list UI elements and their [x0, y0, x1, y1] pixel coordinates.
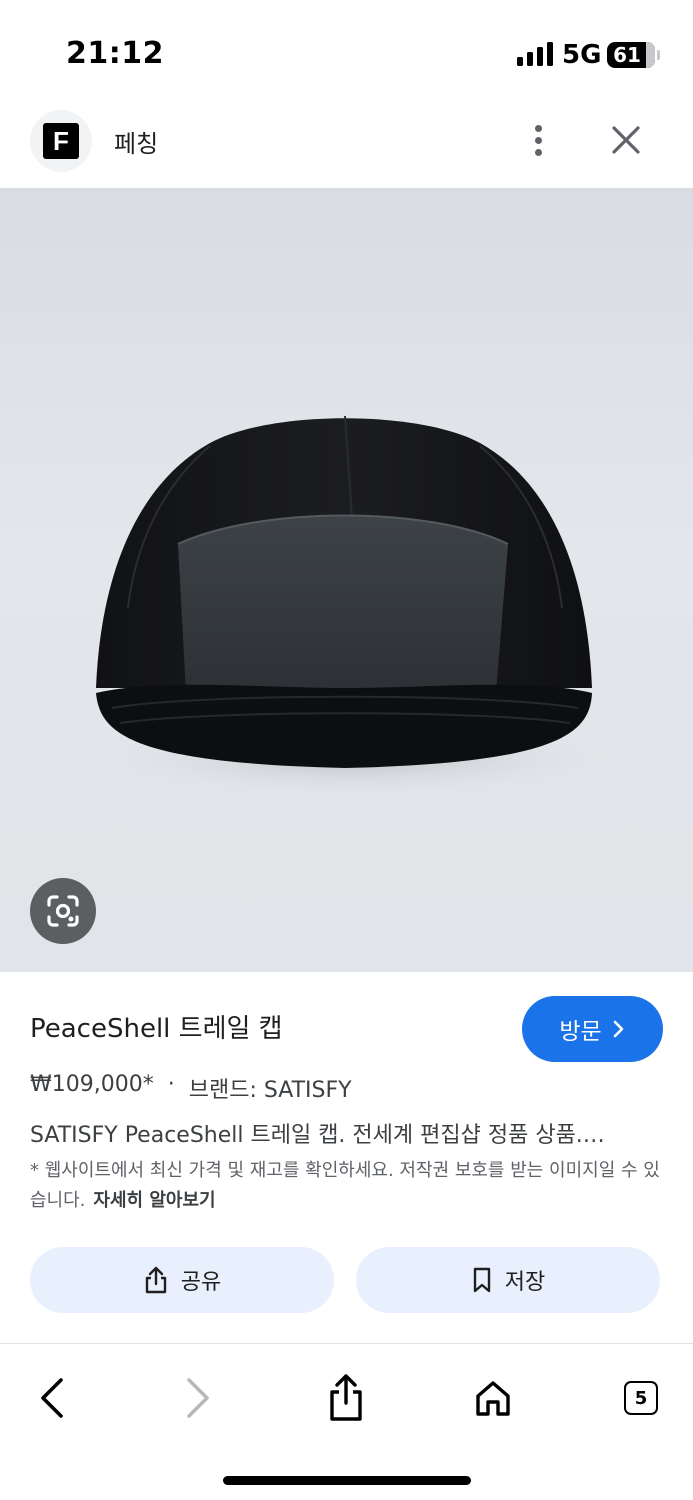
bookmark-icon: [473, 1267, 490, 1293]
product-description: SATISFY PeaceShell 트레일 캡. 전세계 편집샵 정품 상품.…: [30, 1123, 605, 1148]
more-options-button[interactable]: [518, 118, 558, 162]
visit-label: 방문: [559, 1019, 602, 1045]
save-label: 저장: [504, 1270, 546, 1295]
product-image[interactable]: [0, 188, 693, 972]
product-title: PeaceShell 트레일 캡: [30, 1014, 283, 1044]
share-label: 공유: [180, 1270, 222, 1295]
product-price: ₩109,000*: [30, 1072, 154, 1097]
more-dot-icon: [534, 148, 542, 156]
network-label: 5G: [562, 40, 602, 70]
learn-more-link[interactable]: 자세히 알아보기: [93, 1190, 215, 1211]
share-icon: [330, 1374, 362, 1421]
battery-tip: [657, 50, 660, 60]
site-logo-mark: F: [43, 123, 79, 159]
back-button[interactable]: [28, 1372, 76, 1424]
google-lens-button[interactable]: [30, 878, 96, 944]
signal-icon: [517, 42, 553, 66]
more-dot-icon: [534, 124, 542, 132]
meta-separator: ·: [167, 1072, 175, 1097]
back-arrow-icon: [41, 1378, 63, 1418]
site-name[interactable]: 페칭: [114, 124, 158, 159]
battery-level: 61: [613, 43, 641, 67]
forward-button[interactable]: [174, 1372, 222, 1424]
forward-arrow-icon: [187, 1378, 209, 1418]
tabs-count: 5: [624, 1381, 658, 1415]
share-icon: [145, 1266, 166, 1294]
chevron-right-icon: [613, 1020, 623, 1038]
tabs-button[interactable]: 5: [617, 1372, 665, 1424]
home-icon: [476, 1381, 510, 1416]
battery-icon: 61: [607, 42, 655, 68]
product-meta: ₩109,000* · 브랜드: SATISFY: [30, 1072, 352, 1104]
home-button[interactable]: [469, 1372, 517, 1424]
site-header: F 페칭: [0, 100, 693, 188]
lens-icon: [47, 895, 79, 927]
product-brand: 브랜드: SATISFY: [188, 1078, 352, 1103]
status-bar: 21:12 5G 61: [0, 0, 693, 100]
home-indicator[interactable]: [223, 1476, 471, 1485]
share-page-button[interactable]: [322, 1372, 370, 1424]
cap-illustration: [85, 415, 625, 798]
save-button[interactable]: 저장: [356, 1247, 660, 1313]
close-icon: [612, 126, 640, 154]
share-button[interactable]: 공유: [30, 1247, 334, 1313]
visit-button[interactable]: 방문: [522, 996, 663, 1062]
close-button[interactable]: [604, 118, 648, 162]
page: 21:12 5G 61 F 페칭 PeaceShell 트레일 캡 방문 ₩10…: [0, 0, 693, 1500]
site-logo[interactable]: F: [30, 110, 92, 172]
disclaimer: * 웹사이트에서 최신 가격 및 재고를 확인하세요. 저작권 보호를 받는 이…: [30, 1156, 670, 1216]
status-time: 21:12: [66, 36, 164, 71]
more-dot-icon: [534, 136, 542, 144]
